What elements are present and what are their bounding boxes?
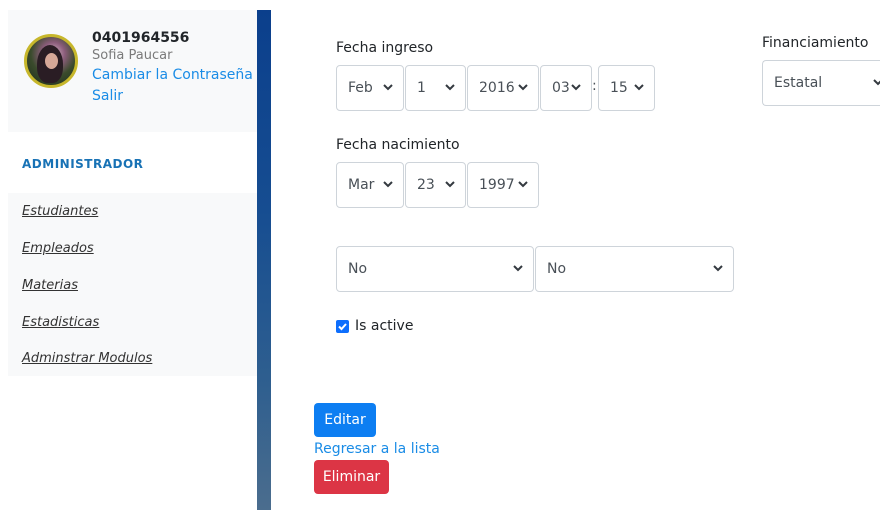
chevron-down-icon (518, 84, 528, 91)
select-b[interactable]: No (535, 246, 734, 292)
logout-link[interactable]: Salir (92, 88, 123, 104)
profile-panel: 0401964556 Sofia Paucar Cambiar la Contr… (8, 10, 258, 132)
fecha-nacimiento-label: Fecha nacimiento (336, 137, 460, 153)
nacimiento-year-value: 1997 (479, 177, 515, 193)
sidebar-divider-bar (257, 10, 271, 510)
chevron-down-icon (873, 79, 880, 86)
chevron-down-icon (713, 265, 723, 272)
chevron-down-icon (518, 181, 528, 188)
avatar (24, 34, 78, 88)
role-heading: ADMINISTRADOR (22, 157, 144, 171)
financiamiento-select[interactable]: Estatal (762, 60, 880, 106)
nacimiento-month-value: Mar (348, 177, 375, 193)
is-active-checkbox[interactable] (336, 320, 349, 333)
select-a-value: No (348, 261, 368, 277)
sidebar-menu: Estudiantes Empleados Materias Estadisti… (8, 193, 258, 376)
ingreso-hour-value: 03 (552, 80, 570, 96)
chevron-down-icon (445, 84, 455, 91)
financiamiento-label: Financiamiento (762, 35, 869, 51)
ingreso-hour-select[interactable]: 03 (540, 65, 592, 111)
ingreso-month-value: Feb (348, 80, 373, 96)
chevron-down-icon (445, 181, 455, 188)
sidebar-item-modulos[interactable]: Adminstrar Modulos (22, 351, 152, 366)
avatar-face (45, 53, 58, 69)
sidebar-item-estadisticas[interactable]: Estadisticas (22, 315, 99, 330)
ingreso-day-value: 1 (417, 80, 426, 96)
nacimiento-day-select[interactable]: 23 (405, 162, 466, 208)
user-name: Sofia Paucar (92, 48, 173, 63)
ingreso-month-select[interactable]: Feb (336, 65, 404, 111)
sidebar-item-empleados[interactable]: Empleados (22, 241, 94, 256)
ingreso-year-value: 2016 (479, 80, 515, 96)
ingreso-day-select[interactable]: 1 (405, 65, 466, 111)
sidebar-item-materias[interactable]: Materias (22, 278, 78, 293)
chevron-down-icon (571, 84, 581, 91)
back-to-list-link[interactable]: Regresar a la lista (314, 441, 440, 457)
delete-button[interactable]: Eliminar (314, 460, 389, 494)
nacimiento-day-value: 23 (417, 177, 435, 193)
nacimiento-year-select[interactable]: 1997 (467, 162, 539, 208)
fecha-ingreso-label: Fecha ingreso (336, 40, 434, 56)
ingreso-minute-select[interactable]: 15 (598, 65, 655, 111)
sidebar-item-estudiantes[interactable]: Estudiantes (22, 204, 98, 219)
user-id: 0401964556 (92, 30, 190, 46)
check-icon (338, 323, 347, 331)
chevron-down-icon (383, 84, 393, 91)
change-password-link[interactable]: Cambiar la Contraseña (92, 67, 253, 83)
ingreso-year-select[interactable]: 2016 (467, 65, 539, 111)
financiamiento-value: Estatal (774, 75, 823, 91)
ingreso-minute-value: 15 (610, 80, 628, 96)
select-a[interactable]: No (336, 246, 534, 292)
is-active-label: Is active (355, 318, 414, 334)
edit-button[interactable]: Editar (314, 403, 376, 437)
select-b-value: No (547, 261, 567, 277)
nacimiento-month-select[interactable]: Mar (336, 162, 404, 208)
time-separator: : (592, 78, 597, 94)
chevron-down-icon (634, 84, 644, 91)
chevron-down-icon (513, 265, 523, 272)
chevron-down-icon (383, 181, 393, 188)
